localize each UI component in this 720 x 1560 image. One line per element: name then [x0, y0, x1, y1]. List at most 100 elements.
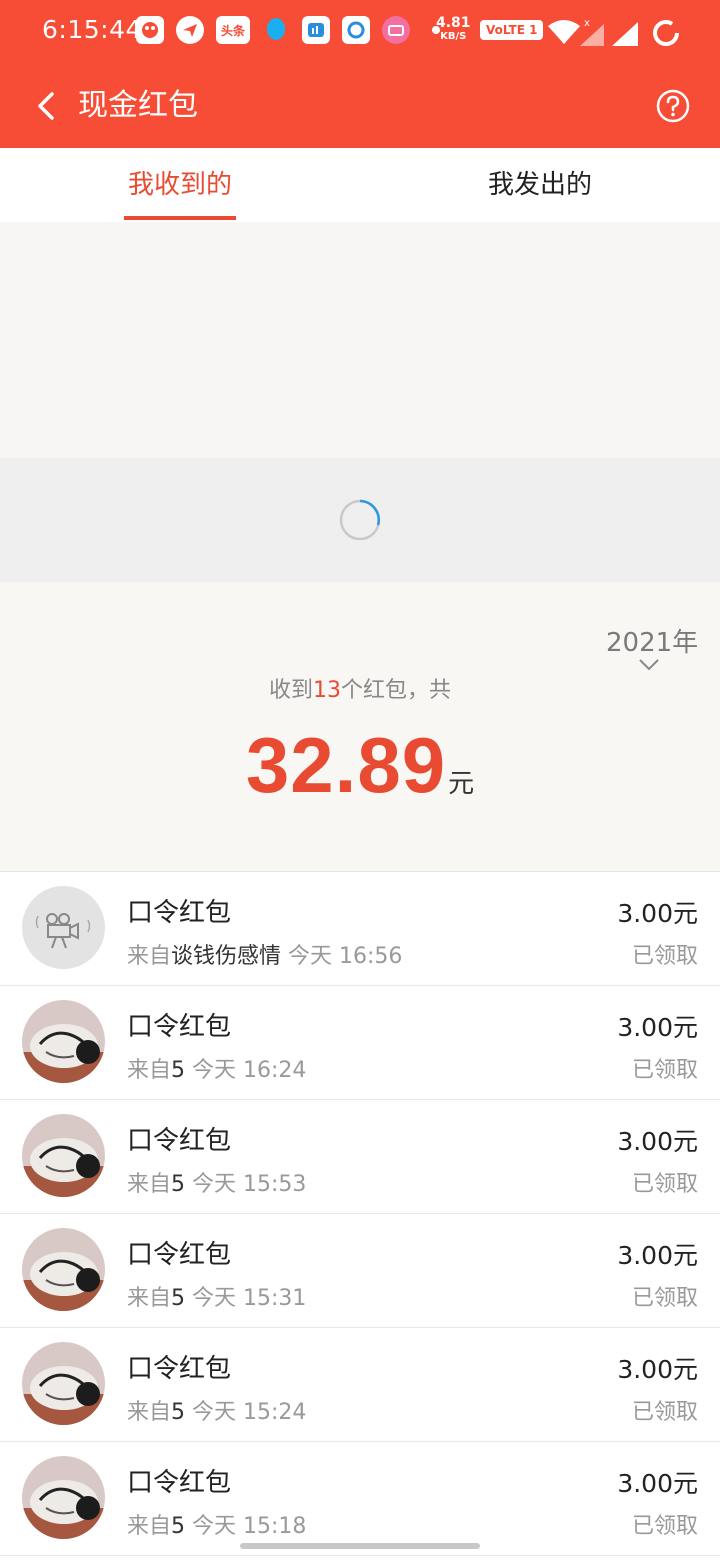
record-amount: 3.00元: [617, 1241, 698, 1270]
record-source: 来自5 今天 15:18: [127, 1508, 306, 1540]
avatar: [22, 1114, 105, 1197]
browser-app-icon: [342, 16, 370, 44]
record-time: 今天 15:18: [192, 1514, 307, 1539]
record-title: 口令红包: [127, 1354, 232, 1384]
record-amount: 3.00元: [617, 1013, 698, 1042]
signal-icon: [612, 22, 638, 46]
record-title: 口令红包: [127, 1240, 232, 1270]
red-packet-list: 口令红包 来自谈钱伤感情 今天 16:56 3.00元 已领取 口令红包 来自5…: [0, 872, 720, 1556]
signal-battery-icons: x: [548, 18, 679, 46]
help-circle-icon[interactable]: [655, 88, 691, 124]
avatar: [22, 1456, 105, 1539]
sender-name: 5: [171, 1400, 186, 1425]
paperplane-app-icon: [176, 16, 204, 44]
photo-avatar-icon: [22, 1456, 105, 1539]
record-time: 今天 16:56: [288, 944, 403, 969]
bank-app-icon: [302, 16, 330, 44]
record-status: 已领取: [631, 1058, 698, 1083]
photo-avatar-icon: [22, 1114, 105, 1197]
summary-prefix: 收到: [268, 678, 313, 703]
loading-spinner-icon: [339, 499, 381, 541]
record-source: 来自5 今天 16:24: [127, 1052, 306, 1084]
list-item[interactable]: 口令红包 来自5 今天 15:53 3.00元 已领取: [0, 1100, 720, 1214]
record-status: 已领取: [631, 1172, 698, 1197]
tab-sent[interactable]: 我发出的: [360, 148, 720, 222]
record-title: 口令红包: [127, 898, 232, 928]
year-selector[interactable]: 2021年: [606, 622, 698, 659]
toutiao-app-icon: 头条: [216, 16, 250, 44]
record-source: 来自谈钱伤感情 今天 16:56: [127, 938, 402, 970]
avatar: [22, 1228, 105, 1311]
app-header: 现金红包: [0, 64, 720, 148]
record-amount: 3.00元: [617, 899, 698, 928]
sender-name: 5: [171, 1286, 186, 1311]
record-amount: 3.00元: [617, 1355, 698, 1384]
from-label: 来自: [127, 1286, 172, 1311]
page-title: 现金红包: [78, 88, 198, 123]
wifi-icon: [548, 20, 580, 44]
photo-avatar-icon: [22, 1228, 105, 1311]
svg-text:x: x: [584, 18, 590, 29]
record-title: 口令红包: [127, 1468, 232, 1498]
record-status: 已领取: [631, 1286, 698, 1311]
network-speed: 4.81 KB/S: [436, 16, 471, 44]
active-tab-indicator: [124, 216, 236, 220]
avatar: [22, 1000, 105, 1083]
total-amount-value: 32.89: [245, 721, 447, 809]
banner-placeholder: [0, 222, 720, 458]
list-item[interactable]: 口令红包 来自5 今天 15:24 3.00元 已领取: [0, 1328, 720, 1442]
record-title: 口令红包: [127, 1126, 232, 1156]
list-item[interactable]: 口令红包 来自5 今天 16:24 3.00元 已领取: [0, 986, 720, 1100]
record-time: 今天 15:31: [192, 1286, 307, 1311]
tab-bar: 我收到的 我发出的: [0, 148, 720, 223]
battery-ring-icon: [653, 20, 679, 46]
avatar: [22, 886, 105, 969]
network-speed-value: 4.81: [436, 15, 471, 31]
total-amount-unit: 元: [448, 769, 475, 799]
tab-received[interactable]: 我收到的: [0, 148, 360, 222]
record-status: 已领取: [631, 1514, 698, 1539]
from-label: 来自: [127, 1058, 172, 1083]
photo-avatar-icon: [22, 1000, 105, 1083]
list-item[interactable]: 口令红包 来自5 今天 15:31 3.00元 已领取: [0, 1214, 720, 1328]
chevron-down-icon[interactable]: [638, 658, 660, 672]
status-bar: 6:15:44 头条 4.81 KB/S VoLTE 1 x: [0, 0, 720, 64]
notification-icons: 头条: [136, 16, 440, 44]
record-source: 来自5 今天 15:31: [127, 1280, 306, 1312]
network-speed-unit: KB/S: [440, 31, 467, 42]
bilibili-app-icon: [382, 16, 410, 44]
sender-name: 5: [171, 1514, 186, 1539]
from-label: 来自: [127, 944, 172, 969]
photo-avatar-icon: [22, 1342, 105, 1425]
record-source: 来自5 今天 15:24: [127, 1394, 306, 1426]
from-label: 来自: [127, 1514, 172, 1539]
summary-suffix: 个红包，共: [341, 678, 452, 703]
volte-badge: VoLTE 1: [480, 20, 544, 40]
face-app-icon: [136, 16, 164, 44]
from-label: 来自: [127, 1172, 172, 1197]
record-status: 已领取: [631, 1400, 698, 1425]
list-item[interactable]: 口令红包 来自谈钱伤感情 今天 16:56 3.00元 已领取: [0, 872, 720, 986]
record-status: 已领取: [631, 944, 698, 969]
record-time: 今天 16:24: [192, 1058, 307, 1083]
sender-name: 5: [171, 1172, 186, 1197]
back-arrow-icon[interactable]: [28, 86, 68, 126]
list-item[interactable]: 口令红包 来自5 今天 15:18 3.00元 已领取: [0, 1442, 720, 1556]
record-time: 今天 15:53: [192, 1172, 307, 1197]
record-amount: 3.00元: [617, 1127, 698, 1156]
summary-text: 收到13个红包，共: [0, 672, 720, 704]
record-source: 来自5 今天 15:53: [127, 1166, 306, 1198]
status-time: 6:15:44: [42, 15, 142, 44]
total-amount: 32.89元: [0, 720, 720, 811]
from-label: 来自: [127, 1400, 172, 1425]
record-title: 口令红包: [127, 1012, 232, 1042]
home-indicator[interactable]: [240, 1543, 480, 1549]
avatar: [22, 1342, 105, 1425]
sender-name: 5: [171, 1058, 186, 1083]
record-time: 今天 15:24: [192, 1400, 307, 1425]
qq-app-icon: [262, 16, 290, 44]
sender-name: 谈钱伤感情: [171, 944, 282, 969]
packet-count: 13: [313, 678, 341, 703]
summary-panel: 2021年 收到13个红包，共 32.89元: [0, 582, 720, 872]
record-amount: 3.00元: [617, 1469, 698, 1498]
